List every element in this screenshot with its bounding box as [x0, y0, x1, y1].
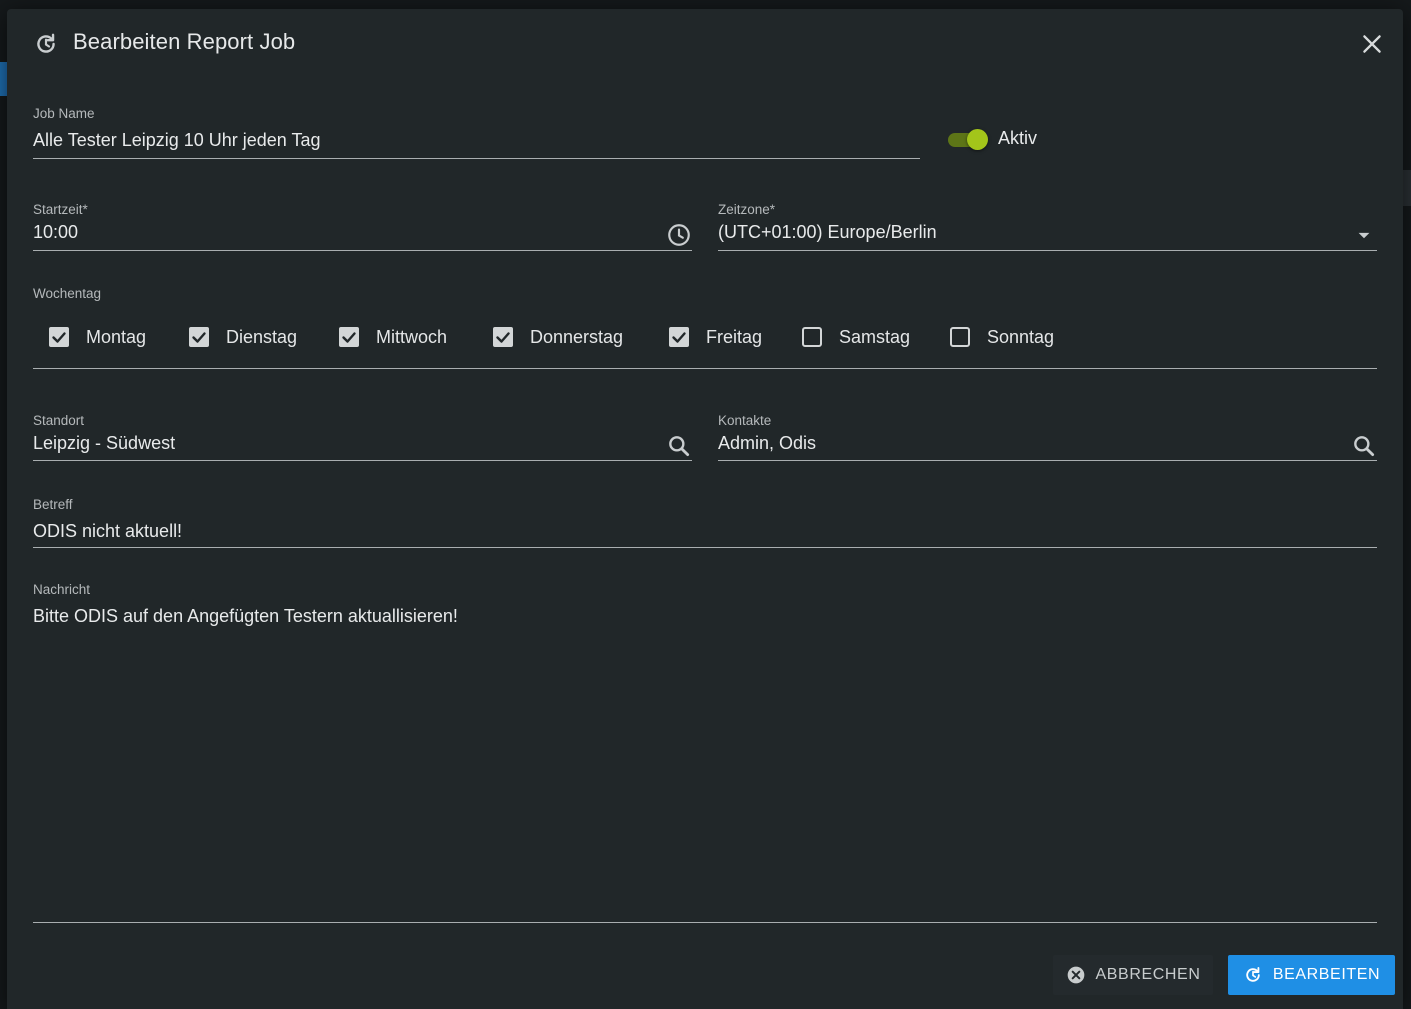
timezone-underline — [718, 250, 1377, 251]
weekday-checkbox-mittwoch[interactable]: Mittwoch — [338, 324, 447, 350]
weekday-checkbox-donnerstag[interactable]: Donnerstag — [492, 324, 623, 350]
contacts-input[interactable]: Admin, Odis — [718, 433, 816, 454]
timezone-label: Zeitzone* — [718, 202, 776, 217]
cancel-button-label: ABBRECHEN — [1095, 966, 1201, 983]
timezone-value[interactable]: (UTC+01:00) Europe/Berlin — [718, 222, 937, 243]
job-name-underline — [33, 158, 920, 159]
save-button-label: BEARBEITEN — [1272, 966, 1381, 983]
weekday-label-montag: Montag — [86, 326, 147, 347]
cancel-circle-icon — [1067, 966, 1084, 984]
contacts-field[interactable]: Kontakte Admin, Odis — [718, 413, 1377, 463]
checkbox-checked-icon — [49, 327, 69, 347]
close-icon[interactable] — [1359, 31, 1385, 57]
weekday-label-mittwoch: Mittwoch — [376, 326, 448, 347]
message-underline — [33, 922, 1377, 923]
checkbox-checked-icon — [493, 327, 513, 347]
location-label: Standort — [33, 413, 85, 428]
message-label: Nachricht — [33, 582, 91, 597]
weekday-label-freitag: Freitag — [706, 326, 763, 347]
edit-report-job-dialog: Bearbeiten Report Job Job Name Alle Test… — [7, 9, 1403, 1009]
checkbox-unchecked-icon — [802, 327, 822, 347]
save-button[interactable]: BEARBEITEN — [1228, 955, 1395, 995]
location-input[interactable]: Leipzig - Südwest — [33, 433, 175, 454]
weekday-label-donnerstag: Donnerstag — [530, 326, 624, 347]
message-textarea[interactable]: Bitte ODIS auf den Angefügten Testern ak… — [33, 606, 458, 627]
weekday-checkbox-sonntag[interactable]: Sonntag — [949, 324, 1054, 350]
active-toggle[interactable] — [948, 129, 988, 151]
refresh-edit-icon — [37, 33, 55, 53]
dropdown-arrow-icon[interactable] — [1351, 222, 1377, 248]
subject-underline — [33, 547, 1377, 548]
location-field[interactable]: Standort Leipzig - Südwest — [33, 413, 692, 463]
cancel-button[interactable]: ABBRECHEN — [1053, 955, 1213, 995]
contacts-underline — [718, 460, 1377, 461]
subject-field[interactable]: Betreff ODIS nicht aktuell! — [33, 497, 1377, 549]
checkbox-checked-icon — [669, 327, 689, 347]
location-underline — [33, 460, 692, 461]
subject-input[interactable]: ODIS nicht aktuell! — [33, 521, 182, 542]
backdrop-accent-right — [1403, 170, 1411, 206]
job-name-field[interactable]: Job Name Alle Tester Leipzig 10 Uhr jede… — [33, 106, 920, 162]
search-icon[interactable] — [1351, 433, 1377, 459]
checkbox-checked-icon — [189, 327, 209, 347]
weekday-underline — [33, 368, 1377, 369]
weekday-checkbox-freitag[interactable]: Freitag — [668, 324, 762, 350]
clock-icon[interactable] — [666, 222, 692, 248]
search-icon[interactable] — [666, 433, 692, 459]
start-time-field[interactable]: Startzeit* 10:00 — [33, 202, 692, 252]
weekday-label-samstag: Samstag — [839, 326, 911, 347]
checkbox-unchecked-icon — [950, 327, 970, 347]
start-time-input[interactable]: 10:00 — [33, 222, 78, 243]
weekday-checkbox-samstag[interactable]: Samstag — [801, 324, 910, 350]
weekday-checkbox-montag[interactable]: Montag — [48, 324, 146, 350]
start-time-underline — [33, 250, 692, 251]
active-toggle-label: Aktiv — [998, 128, 1038, 148]
start-time-label: Startzeit* — [33, 202, 88, 217]
timezone-select[interactable]: Zeitzone* (UTC+01:00) Europe/Berlin — [718, 202, 1377, 252]
refresh-edit-icon — [1246, 967, 1260, 982]
toggle-thumb — [967, 129, 988, 150]
dialog-title: Bearbeiten Report Job — [73, 29, 296, 54]
message-field[interactable]: Nachricht Bitte ODIS auf den Angefügten … — [33, 582, 1377, 924]
job-name-input[interactable]: Alle Tester Leipzig 10 Uhr jeden Tag — [33, 130, 321, 151]
contacts-label: Kontakte — [718, 413, 772, 428]
weekday-label: Wochentag — [33, 286, 102, 301]
weekday-label-dienstag: Dienstag — [226, 326, 298, 347]
weekday-checkbox-dienstag[interactable]: Dienstag — [188, 324, 297, 350]
job-name-label: Job Name — [33, 106, 95, 121]
subject-label: Betreff — [33, 497, 73, 512]
checkbox-checked-icon — [339, 327, 359, 347]
weekday-label-sonntag: Sonntag — [987, 326, 1055, 347]
